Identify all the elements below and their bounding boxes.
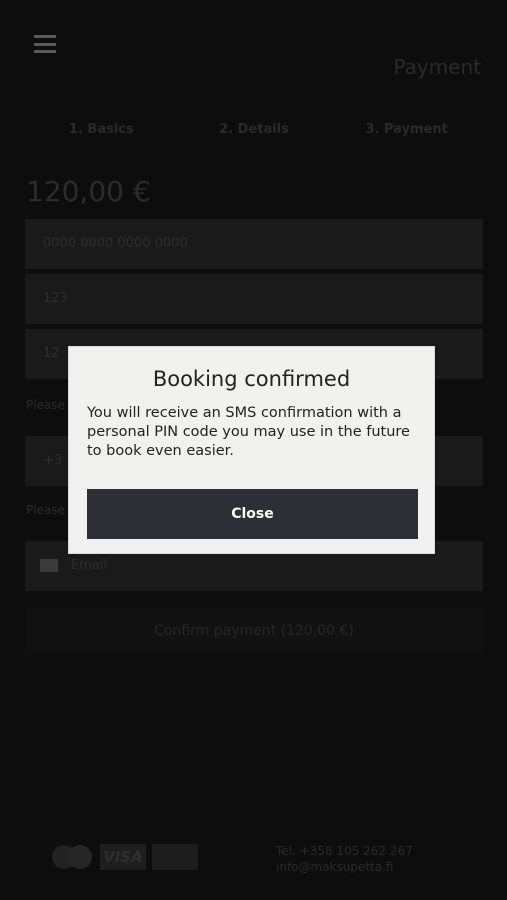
page-title: Payment: [393, 55, 481, 79]
payment-logos: VISA: [50, 843, 198, 871]
booking-confirmed-dialog: Booking confirmed You will receive an SM…: [68, 346, 435, 554]
step-indicator: 1. Basics 2. Details 3. Payment: [25, 118, 483, 146]
step-basics[interactable]: 1. Basics: [25, 118, 178, 146]
price-total: 120,00 €: [26, 175, 151, 208]
close-button[interactable]: Close: [87, 489, 418, 539]
cvc-field[interactable]: 123: [25, 274, 483, 324]
card-number-field[interactable]: 0000 0000 0000 0000: [25, 219, 483, 269]
email-placeholder: Email: [71, 558, 108, 573]
confirm-payment-button[interactable]: Confirm payment (120,00 €): [25, 607, 483, 655]
mastercard-logo: [50, 843, 94, 871]
email-hint: Please: [26, 503, 65, 517]
step-details[interactable]: 2. Details: [178, 118, 331, 146]
card-logo: [152, 844, 198, 870]
dialog-title: Booking confirmed: [152, 367, 351, 391]
phone-hint: Please: [26, 398, 65, 412]
dialog-message: You will receive an SMS confirmation wit…: [87, 405, 410, 459]
hamburger-menu-icon[interactable]: [34, 35, 56, 53]
contact-phone: Tel. +358 105 262 267: [276, 844, 413, 858]
contact-email[interactable]: info@maksupetta.fi: [276, 859, 413, 875]
step-payment[interactable]: 3. Payment: [330, 118, 483, 146]
footer-contact: Tel. +358 105 262 267 info@maksupetta.fi: [276, 843, 413, 875]
visa-logo: VISA: [100, 844, 146, 870]
envelope-icon: [40, 559, 58, 572]
